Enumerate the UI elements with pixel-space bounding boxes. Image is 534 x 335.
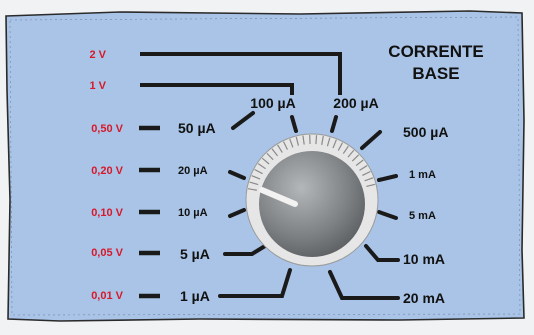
current-label-50ua: 50 µA [178,120,216,136]
current-label-10ma: 10 mA [403,251,445,267]
knob-face [259,151,365,257]
current-label-1ma: 1 mA [409,169,436,181]
current-label-200ua: 200 µA [333,95,378,111]
panel-title-line1: CORRENTE [388,42,483,61]
diagram-canvas: CORRENTE BASE 2 V 1 V 0,50 V 0,20 V 0,10… [0,0,534,330]
current-label-20ua: 20 µA [178,165,208,177]
voltage-label-010v: 0,10 V [91,207,123,219]
knurl-ridge [316,135,317,144]
voltage-label-001v: 0,01 V [91,290,123,302]
voltage-label-2v: 2 V [89,49,106,61]
voltage-label-050v: 0,50 V [91,123,123,135]
voltage-label-005v: 0,05 V [91,247,123,259]
rotary-selector-knob-icon[interactable] [246,134,378,266]
current-label-20ma: 20 mA [403,290,445,306]
current-label-100ua: 100 µA [250,95,295,111]
voltage-label-1v: 1 V [89,80,106,92]
panel-title-line2: BASE [412,64,459,83]
base-current-panel-diagram: CORRENTE BASE 2 V 1 V 0,50 V 0,20 V 0,10… [0,0,534,330]
current-label-1ua: 1 µA [180,288,210,304]
voltage-label-020v: 0,20 V [91,165,123,177]
current-label-5ua: 5 µA [180,246,210,262]
current-label-5ma: 5 mA [409,210,436,222]
current-label-500ua: 500 µA [403,124,448,140]
current-label-10ua: 10 µA [178,207,208,219]
